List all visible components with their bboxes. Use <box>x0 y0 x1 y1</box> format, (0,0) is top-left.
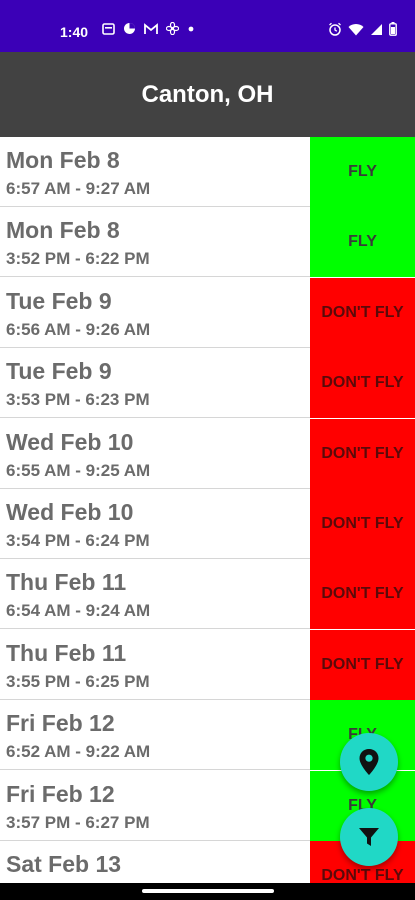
alarm-icon <box>329 22 341 36</box>
row-day: Wed Feb 10 <box>6 499 134 525</box>
verdict-badge: FLY <box>310 207 415 278</box>
row-day: Fri Feb 12 <box>6 710 115 737</box>
verdict-badge: DON'T FLY <box>310 559 415 630</box>
list-item[interactable]: Mon Feb 8 6:57 AM - 9:27 AM FLY <box>0 137 415 207</box>
fan-icon <box>166 22 179 35</box>
battery-icon <box>389 22 397 36</box>
row-info: Thu Feb 11 3:55 PM - 6:25 PM <box>0 629 310 700</box>
signal-icon <box>371 23 382 35</box>
verdict-badge: DON'T FLY <box>310 418 415 489</box>
verdict-badge: DON'T FLY <box>310 629 415 700</box>
list-item[interactable]: Wed Feb 10 6:55 AM - 9:25 AM DON'T FLY <box>0 418 415 489</box>
row-day: Mon Feb 8 <box>6 217 120 244</box>
list-item[interactable]: Tue Feb 9 6:56 AM - 9:26 AM DON'T FLY <box>0 277 415 348</box>
list-item[interactable]: Thu Feb 11 3:55 PM - 6:25 PM DON'T FLY <box>0 629 415 700</box>
filter-button[interactable] <box>340 808 398 866</box>
row-day: Thu Feb 11 <box>6 569 127 596</box>
location-button[interactable] <box>340 733 398 791</box>
row-day: Sat Feb 13 <box>6 851 122 877</box>
list-item[interactable]: Wed Feb 10 3:54 PM - 6:24 PM DON'T FLY <box>0 489 415 559</box>
row-info: Wed Feb 10 6:55 AM - 9:25 AM <box>0 418 310 489</box>
map-pin-icon <box>359 749 379 775</box>
row-time-window: 3:57 PM - 6:27 PM <box>6 812 150 832</box>
row-day: Tue Feb 9 <box>6 358 112 385</box>
row-day: Wed Feb 10 <box>6 428 134 455</box>
row-time-window: 6:52 AM - 9:22 AM <box>6 742 151 762</box>
list-item[interactable]: Thu Feb 11 6:54 AM - 9:24 AM DON'T FLY <box>0 559 415 630</box>
row-time-window: 6:57 AM - 9:27 AM <box>6 179 151 198</box>
notification-icons <box>102 22 195 35</box>
list-item[interactable]: Tue Feb 9 3:53 PM - 6:23 PM DON'T FLY <box>0 348 415 419</box>
row-time-window: 3:53 PM - 6:23 PM <box>6 390 150 410</box>
system-icons <box>328 22 397 36</box>
row-info: Sat Feb 13 <box>0 841 310 883</box>
row-info: Fri Feb 12 6:52 AM - 9:22 AM <box>0 700 310 771</box>
row-time-window: 6:55 AM - 9:25 AM <box>6 460 151 480</box>
wifi-icon <box>348 23 364 35</box>
app-bar: Canton, OH <box>0 52 415 137</box>
verdict-badge: FLY <box>310 137 415 207</box>
row-time-window: 3:54 PM - 6:24 PM <box>6 531 150 550</box>
row-info: Mon Feb 8 3:52 PM - 6:22 PM <box>0 207 310 278</box>
row-time-window: 3:52 PM - 6:22 PM <box>6 249 150 269</box>
row-info: Fri Feb 12 3:57 PM - 6:27 PM <box>0 770 310 841</box>
row-info: Wed Feb 10 3:54 PM - 6:24 PM <box>0 489 310 559</box>
home-gesture-handle[interactable] <box>142 889 274 893</box>
verdict-badge: DON'T FLY <box>310 348 415 419</box>
dot-icon <box>188 26 194 31</box>
verdict-badge: DON'T FLY <box>310 489 415 559</box>
page-title: Canton, OH <box>141 80 274 108</box>
status-time: 1:40 <box>60 24 89 40</box>
filter-icon <box>359 828 379 846</box>
row-day: Thu Feb 11 <box>6 639 127 666</box>
row-info: Thu Feb 11 6:54 AM - 9:24 AM <box>0 559 310 630</box>
row-time-window: 6:54 AM - 9:24 AM <box>6 601 151 621</box>
row-day: Fri Feb 12 <box>6 780 115 807</box>
row-time-window: 6:56 AM - 9:26 AM <box>6 319 151 339</box>
row-time-window: 3:55 PM - 6:25 PM <box>6 671 150 691</box>
app-icon <box>124 23 135 34</box>
gmail-icon <box>144 22 158 34</box>
row-info: Mon Feb 8 6:57 AM - 9:27 AM <box>0 137 310 207</box>
verdict-badge: DON'T FLY <box>310 277 415 348</box>
status-bar: 1:40 <box>0 0 415 52</box>
row-info: Tue Feb 9 6:56 AM - 9:26 AM <box>0 277 310 348</box>
row-day: Mon Feb 8 <box>6 147 120 173</box>
row-info: Tue Feb 9 3:53 PM - 6:23 PM <box>0 348 310 419</box>
row-day: Tue Feb 9 <box>6 287 112 314</box>
list-item[interactable]: Mon Feb 8 3:52 PM - 6:22 PM FLY <box>0 207 415 278</box>
calendar-icon <box>102 23 115 35</box>
navigation-bar <box>0 883 415 900</box>
